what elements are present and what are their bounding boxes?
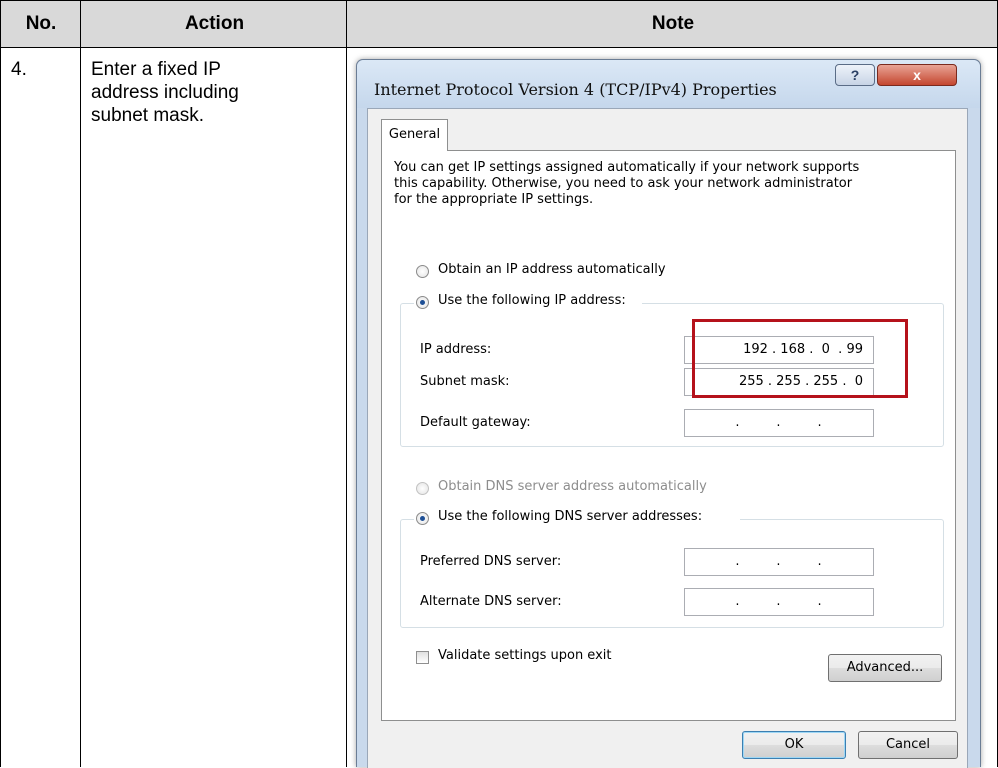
cancel-button[interactable]: Cancel (858, 731, 958, 759)
table-divider-2 (346, 0, 347, 767)
ok-button[interactable]: OK (742, 731, 846, 759)
radio-dns-automatic[interactable] (416, 482, 429, 495)
validate-label[interactable]: Validate settings upon exit (438, 648, 611, 663)
table-border-left (0, 0, 1, 767)
advanced-button[interactable]: Advanced... (828, 654, 942, 682)
radio-ip-automatic-label[interactable]: Obtain an IP address automatically (438, 262, 666, 277)
description-line: for the appropriate IP settings. (394, 192, 594, 207)
row-number: 4. (11, 59, 27, 80)
action-line-1: Enter a fixed IP (91, 59, 221, 80)
radio-dns-automatic-label[interactable]: Obtain DNS server address automatically (438, 479, 707, 494)
description-line: You can get IP settings assigned automat… (394, 160, 860, 175)
preferred-dns-label: Preferred DNS server: (420, 554, 562, 569)
action-line-3: subnet mask. (91, 105, 204, 126)
description-text: You can get IP settings assigned automat… (394, 160, 954, 208)
table-divider-1 (80, 0, 81, 767)
document-page: No. Action Note 4. Enter a fixed IP addr… (0, 0, 998, 768)
radio-ip-automatic[interactable] (416, 265, 429, 278)
close-button[interactable]: x (877, 64, 957, 86)
header-note: Note (651, 13, 695, 34)
dialog-client-area: General You can get IP settings assigned… (367, 108, 968, 768)
ipv4-properties-dialog: Internet Protocol Version 4 (TCP/IPv4) P… (356, 59, 981, 768)
alternate-dns-label: Alternate DNS server: (420, 594, 562, 609)
radio-dns-manual[interactable] (416, 512, 429, 525)
subnet-mask-label: Subnet mask: (420, 374, 510, 389)
radio-ip-manual-label[interactable]: Use the following IP address: (438, 293, 626, 308)
ip-address-label: IP address: (420, 342, 492, 357)
radio-dns-manual-label[interactable]: Use the following DNS server addresses: (438, 509, 702, 524)
action-line-2: address including (91, 82, 239, 103)
validate-checkbox[interactable] (416, 651, 429, 664)
header-action: Action (184, 13, 245, 34)
alternate-dns-input[interactable]: . . . (684, 588, 874, 616)
dialog-title: Internet Protocol Version 4 (TCP/IPv4) P… (374, 80, 777, 99)
help-button[interactable]: ? (835, 64, 875, 86)
close-icon: x (913, 67, 921, 83)
default-gateway-input[interactable]: . . . (684, 409, 874, 437)
header-no: No. (25, 13, 57, 34)
default-gateway-label: Default gateway: (420, 415, 531, 430)
preferred-dns-input[interactable]: . . . (684, 548, 874, 576)
tab-general[interactable]: General (381, 119, 448, 151)
description-line: this capability. Otherwise, you need to … (394, 176, 853, 191)
table-header-row: No. Action Note (0, 0, 998, 48)
dialog-titlebar[interactable]: Internet Protocol Version 4 (TCP/IPv4) P… (357, 60, 980, 108)
radio-ip-manual[interactable] (416, 296, 429, 309)
highlight-box (692, 319, 908, 398)
help-icon: ? (850, 67, 860, 83)
